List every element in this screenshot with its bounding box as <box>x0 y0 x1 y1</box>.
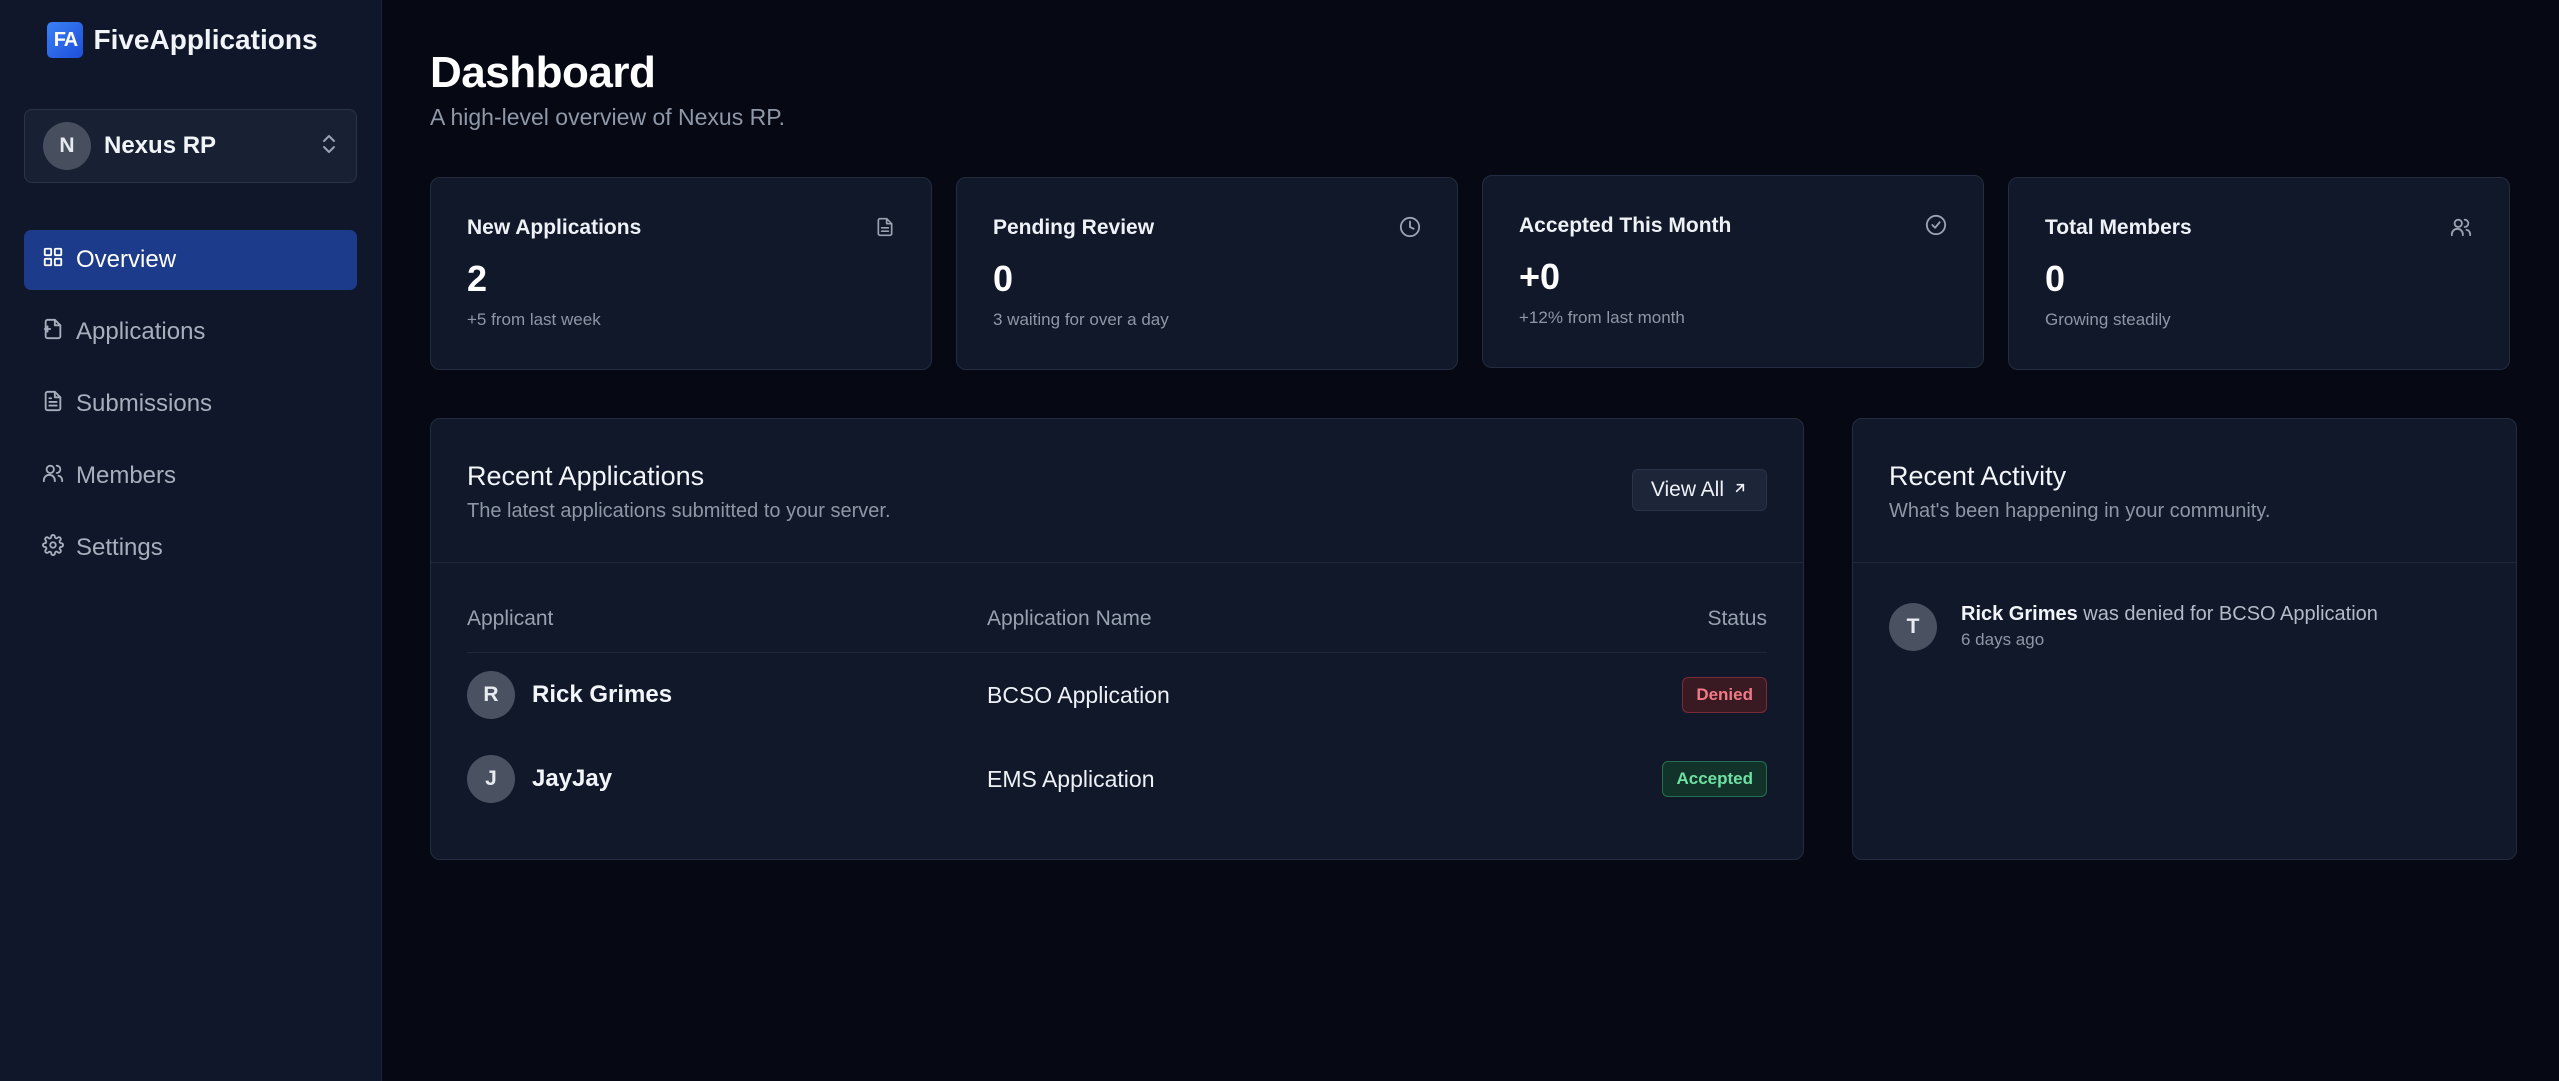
document-icon <box>875 216 895 243</box>
activity-body: Rick Grimes was denied for BCSO Applicat… <box>1961 603 2378 651</box>
server-name: Nexus RP <box>104 132 217 159</box>
server-avatar: N <box>43 122 91 170</box>
view-all-button[interactable]: View All <box>1631 469 1767 511</box>
stat-label: Accepted This Month <box>1519 214 1732 237</box>
status-badge: Accepted <box>1662 761 1767 797</box>
recent-activity-card: Recent Activity What's been happening in… <box>1852 418 2517 860</box>
stat-value: 0 <box>2045 258 2066 299</box>
sidebar-item-label: Applications <box>76 318 206 345</box>
arrow-up-right-icon <box>1732 478 1748 502</box>
card-title: Recent Activity <box>1889 461 2067 491</box>
status-cell: Denied <box>1567 677 1767 713</box>
stat-value: 0 <box>993 258 1014 299</box>
server-switcher[interactable]: N Nexus RP <box>24 109 357 183</box>
recent-applications-card: Recent Applications The latest applicati… <box>430 418 1804 860</box>
column-status: Status <box>1707 606 1767 630</box>
stat-note: 3 waiting for over a day <box>993 310 1169 329</box>
table-row[interactable]: J JayJay EMS Application Accepted <box>467 737 1767 821</box>
avatar: J <box>467 755 515 803</box>
application-name: BCSO Application <box>987 681 1170 708</box>
sidebar-nav: Overview Applications Submissions Member… <box>24 230 357 578</box>
activity-description: was denied for BCSO Application <box>2077 603 2378 625</box>
column-applicant: Applicant <box>467 606 554 630</box>
applications-table: Applicant Application Name Status R Rick… <box>431 563 1803 821</box>
column-application-name: Application Name <box>987 606 1152 630</box>
applicant-name: JayJay <box>532 765 613 792</box>
status-badge: Denied <box>1682 677 1767 713</box>
avatar: T <box>1889 603 1937 651</box>
file-plus-icon <box>42 318 64 347</box>
sidebar-item-overview[interactable]: Overview <box>24 230 357 290</box>
check-circle-icon <box>1925 214 1947 241</box>
activity-item: T Rick Grimes was denied for BCSO Applic… <box>1853 563 2516 691</box>
file-text-icon <box>42 390 64 419</box>
brand-logo: FA <box>47 22 84 58</box>
main-content: Dashboard A high-level overview of Nexus… <box>382 0 2559 1081</box>
sidebar-item-label: Submissions <box>76 390 213 417</box>
gear-icon <box>42 533 64 563</box>
brand[interactable]: FA FiveApplications <box>24 0 357 80</box>
card-subtitle: What's been happening in your community. <box>1889 500 2271 522</box>
grid-icon <box>42 246 64 275</box>
card-title: Recent Applications <box>467 461 705 491</box>
activity-actor: Rick Grimes <box>1961 603 2078 625</box>
card-header: Recent Applications The latest applicati… <box>431 419 1803 563</box>
sidebar-item-label: Overview <box>76 246 177 273</box>
sidebar: FA FiveApplications N Nexus RP Overview … <box>0 0 382 1081</box>
sidebar-item-settings[interactable]: Settings <box>24 518 357 578</box>
table-row[interactable]: R Rick Grimes BCSO Application Denied <box>467 653 1767 737</box>
stat-label: Pending Review <box>993 216 1155 239</box>
page-title: Dashboard <box>430 48 656 97</box>
sidebar-item-label: Settings <box>76 534 163 561</box>
stat-note: Growing steadily <box>2045 310 2171 329</box>
app-root: FA FiveApplications N Nexus RP Overview … <box>0 0 2559 1081</box>
sidebar-item-members[interactable]: Members <box>24 446 357 506</box>
status-cell: Accepted <box>1567 761 1767 797</box>
stat-note: +12% from last month <box>1519 308 1685 327</box>
clock-icon <box>1399 216 1421 243</box>
stat-card-pending-review: Pending Review 0 3 waiting for over a da… <box>956 177 1458 370</box>
applicant-cell: R Rick Grimes <box>467 671 987 719</box>
stat-note: +5 from last week <box>467 310 601 329</box>
applicant-name: Rick Grimes <box>532 681 673 708</box>
stat-card-total-members: Total Members 0 Growing steadily <box>2008 177 2510 370</box>
stat-card-new-applications: New Applications 2 +5 from last week <box>430 177 932 370</box>
avatar: R <box>467 671 515 719</box>
view-all-label: View All <box>1650 478 1724 501</box>
activity-text: Rick Grimes was denied for BCSO Applicat… <box>1961 603 2378 626</box>
activity-time: 6 days ago <box>1961 630 2045 649</box>
card-subtitle: The latest applications submitted to you… <box>467 500 891 522</box>
card-header: Recent Activity What's been happening in… <box>1853 419 2516 563</box>
stats-row: New Applications 2 +5 from last week Pen… <box>430 175 2517 370</box>
users-icon <box>42 462 64 491</box>
page-subtitle: A high-level overview of Nexus RP. <box>430 104 785 130</box>
lower-panels: Recent Applications The latest applicati… <box>430 418 2517 860</box>
sidebar-item-applications[interactable]: Applications <box>24 302 357 362</box>
stat-label: Total Members <box>2045 216 2192 239</box>
stat-label: New Applications <box>467 216 642 239</box>
chevron-up-down-icon <box>320 133 338 160</box>
application-name: EMS Application <box>987 765 1155 792</box>
applicant-cell: J JayJay <box>467 755 987 803</box>
stat-value: +0 <box>1519 256 1561 297</box>
users-icon <box>2449 216 2473 243</box>
stat-card-accepted-this-month: Accepted This Month +0 +12% from last mo… <box>1482 175 1984 368</box>
sidebar-item-submissions[interactable]: Submissions <box>24 374 357 434</box>
table-header: Applicant Application Name Status <box>467 563 1767 653</box>
sidebar-item-label: Members <box>76 462 177 489</box>
stat-value: 2 <box>467 258 488 299</box>
brand-name: FiveApplications <box>93 24 318 55</box>
